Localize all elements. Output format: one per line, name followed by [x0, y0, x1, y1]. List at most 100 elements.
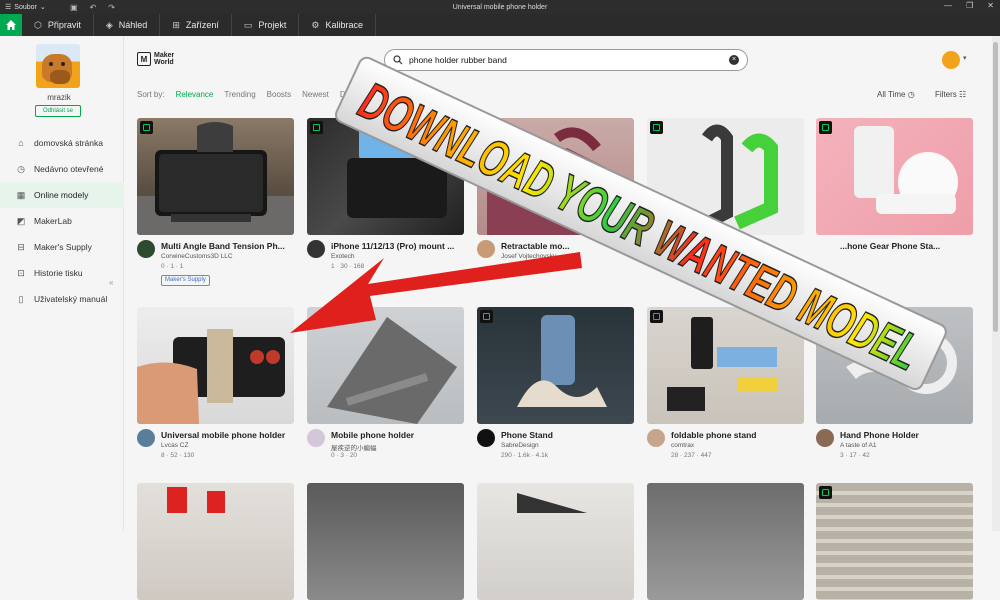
sidebar-item-label: Online modely	[34, 190, 89, 200]
model-title[interactable]: Hand Phone Holder	[840, 430, 973, 440]
model-thumbnail[interactable]	[816, 118, 973, 235]
sort-relevance[interactable]: Relevance	[176, 90, 214, 99]
sort-bar: Sort by: Relevance Trending Boosts Newes…	[137, 90, 409, 99]
chevron-down-icon[interactable]: ▾	[963, 54, 967, 62]
scrollbar-thumb[interactable]	[993, 42, 998, 332]
model-thumbnail[interactable]	[137, 307, 294, 424]
model-thumbnail[interactable]	[647, 483, 804, 600]
minimize-icon[interactable]: —	[944, 1, 952, 10]
makerworld-badge-icon	[650, 121, 663, 134]
sidebar-item-online-models[interactable]: ▦ Online modely	[0, 182, 124, 208]
sidebar-item-makers-supply[interactable]: ⊟ Maker's Supply	[0, 234, 124, 260]
author-avatar[interactable]	[137, 240, 155, 258]
sidebar-item-print-history[interactable]: ⊡ Historie tisku	[0, 260, 124, 286]
model-title[interactable]: foldable phone stand	[671, 430, 804, 440]
clear-search-icon[interactable]: ×	[729, 55, 739, 65]
sidebar-item-label: domovská stránka	[34, 138, 103, 148]
model-thumbnail[interactable]	[477, 483, 634, 600]
makerlab-icon: ◩	[16, 215, 26, 226]
file-menu[interactable]: ☰ Soubor ⌄	[0, 3, 70, 12]
filters-button[interactable]: Filters ☷	[935, 90, 966, 99]
model-thumbnail[interactable]	[307, 118, 464, 235]
logout-button[interactable]: Odhlásit se	[35, 105, 81, 117]
sidebar-item-recent[interactable]: ◷ Nedávno otevřené	[0, 156, 124, 182]
search-input[interactable]: phone holder rubber band	[409, 55, 723, 65]
author-avatar[interactable]	[477, 240, 495, 258]
makerworld-logo[interactable]: M Maker World	[137, 52, 174, 66]
redo-icon[interactable]: ↷	[108, 3, 115, 12]
sidebar-item-home[interactable]: ⌂ domovská stránka	[0, 130, 124, 156]
save-icon[interactable]: ▣	[70, 3, 78, 12]
tab-label: Připravit	[47, 20, 81, 30]
model-author[interactable]: SabreDesign	[501, 442, 539, 449]
model-thumbnail[interactable]	[307, 483, 464, 600]
author-avatar[interactable]	[477, 429, 495, 447]
undo-icon[interactable]: ↶	[90, 3, 97, 12]
model-stats: 0 · 3 · 20	[331, 452, 358, 459]
model-title[interactable]: Retractable mo...	[501, 241, 634, 251]
search-bar[interactable]: phone holder rubber band ×	[384, 49, 748, 71]
tab-device[interactable]: ⊞ Zařízení	[160, 14, 232, 36]
tab-preview[interactable]: ◈ Náhled	[94, 14, 161, 36]
author-avatar[interactable]	[307, 429, 325, 447]
makerworld-logo-icon: M	[137, 52, 151, 66]
model-thumbnail[interactable]	[477, 118, 634, 235]
makerworld-badge-icon	[819, 121, 832, 134]
home-button[interactable]	[0, 14, 22, 36]
sort-boosts[interactable]: Boosts	[267, 90, 291, 99]
sidebar-item-user-manual[interactable]: ▯ Uživatelský manuál	[0, 286, 124, 312]
filters-label: Filters	[935, 90, 957, 99]
makerworld-badge-icon	[480, 310, 493, 323]
sort-trending[interactable]: Trending	[224, 90, 255, 99]
collapse-sidebar-icon[interactable]: «	[109, 278, 113, 287]
model-author[interactable]: CorwineCustoms3D LLC	[161, 253, 233, 260]
avatar[interactable]	[36, 44, 80, 88]
hamburger-icon: ☰	[5, 4, 12, 11]
user-avatar[interactable]	[942, 51, 960, 69]
model-thumbnail[interactable]	[477, 307, 634, 424]
model-author[interactable]: A taste of A1	[840, 442, 877, 449]
author-avatar[interactable]	[647, 429, 665, 447]
model-thumbnail[interactable]	[816, 483, 973, 600]
model-thumbnail[interactable]	[137, 483, 294, 600]
time-filter[interactable]: All Time ◷	[877, 90, 915, 99]
model-author[interactable]: 屋疾逆的小蝙蝠	[331, 442, 377, 452]
sort-downloads[interactable]: Downloads	[340, 90, 380, 99]
model-title[interactable]: Universal mobile phone holder	[161, 430, 294, 440]
vertical-scrollbar[interactable]	[992, 36, 1000, 531]
model-thumbnail[interactable]	[816, 307, 973, 424]
online-icon: ▦	[16, 189, 26, 200]
model-title[interactable]: Multi Angle Band Tension Ph...	[161, 241, 294, 251]
tab-calibration[interactable]: ⚙ Kalibrace	[299, 14, 377, 36]
sidebar-item-label: Maker's Supply	[34, 242, 92, 252]
model-author[interactable]: Exotech	[331, 253, 355, 260]
author-avatar[interactable]	[307, 240, 325, 258]
sidebar-item-makerlab[interactable]: ◩ MakerLab	[0, 208, 124, 234]
model-title[interactable]: iPhone 11/12/13 (Pro) mount ...	[331, 241, 464, 251]
box-icon: ⊟	[17, 241, 25, 252]
tab-project[interactable]: ▭ Projekt	[232, 14, 300, 36]
restore-icon[interactable]: ❐	[966, 1, 973, 10]
tab-label: Projekt	[258, 20, 287, 30]
author-avatar[interactable]	[816, 429, 834, 447]
makerworld-badge-icon	[819, 310, 832, 323]
device-icon: ⊞	[172, 19, 180, 30]
model-thumbnail[interactable]	[647, 118, 804, 235]
model-author[interactable]: Lvcas CZ	[161, 442, 188, 449]
close-icon[interactable]: ✕	[987, 1, 994, 10]
sort-newest[interactable]: Newest	[302, 90, 329, 99]
model-title[interactable]: ...hone Gear Phone Sta...	[840, 241, 973, 251]
history-icon: ⊡	[17, 267, 25, 278]
makers-supply-tag[interactable]: Maker's Supply	[161, 275, 210, 286]
sort-likes[interactable]: Likes	[390, 90, 409, 99]
model-thumbnail[interactable]	[647, 307, 804, 424]
model-thumbnail[interactable]	[137, 118, 294, 235]
model-title[interactable]: Mobile phone holder	[331, 430, 464, 440]
author-avatar[interactable]	[137, 429, 155, 447]
model-author[interactable]: Josef Vojtechovsky	[501, 253, 556, 260]
model-title[interactable]: Phone Stand	[501, 430, 634, 440]
model-author[interactable]: comtrax	[671, 442, 694, 449]
model-thumbnail[interactable]	[307, 307, 464, 424]
makerworld-badge-icon	[650, 310, 663, 323]
tab-prepare[interactable]: ⬡ Připravit	[22, 14, 94, 36]
